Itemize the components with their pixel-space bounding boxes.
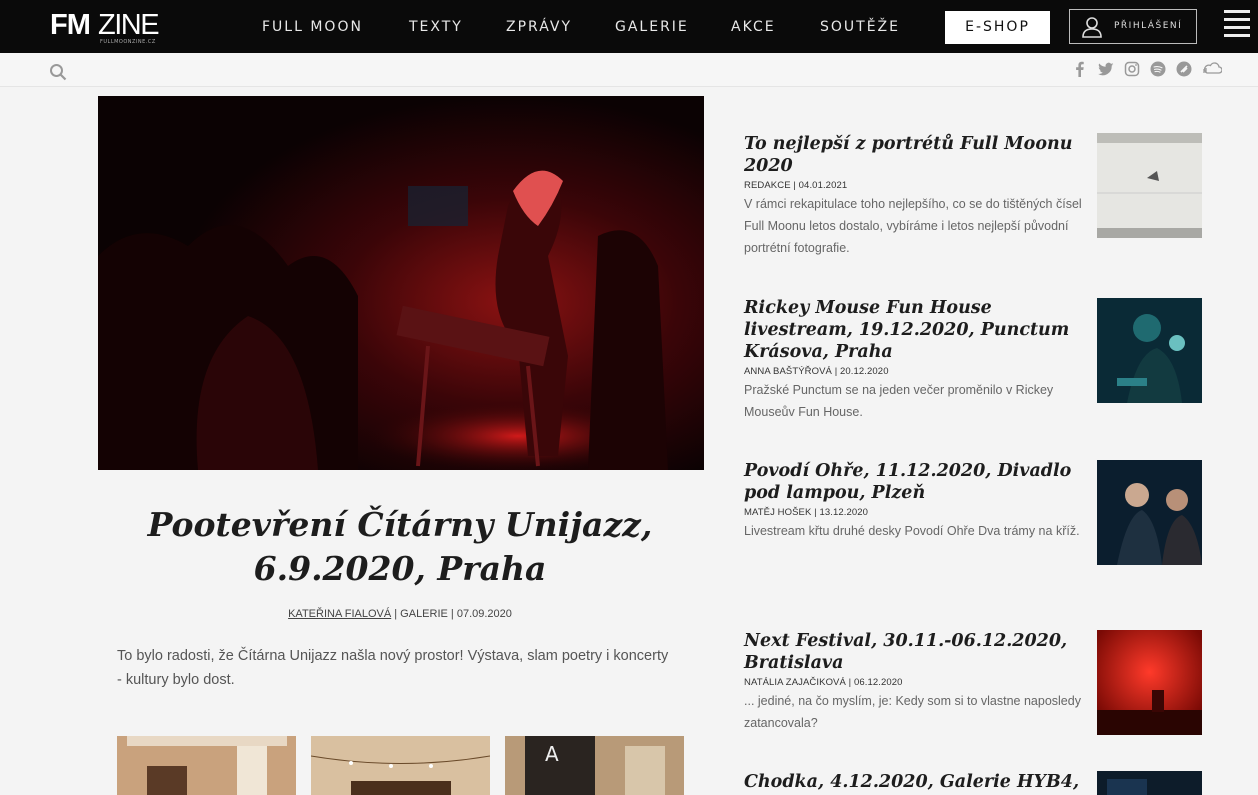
spotify-icon[interactable]: [1150, 61, 1166, 77]
article-title[interactable]: Rickey Mouse Fun House livestream, 19.12…: [744, 297, 1087, 363]
top-navigation: FM ZINE FULLMOONZINE.CZ FULL MOON TEXTY …: [0, 0, 1258, 53]
article-thumbnail[interactable]: [1097, 460, 1202, 565]
article-excerpt: V rámci rekapitulace toho nejlepšího, co…: [744, 197, 1082, 255]
social-links: [1072, 61, 1252, 79]
search-icon[interactable]: [49, 63, 67, 81]
nav-item-full-moon[interactable]: FULL MOON: [262, 0, 363, 53]
hero-article-title[interactable]: Pootevření Čítárny Unijazz, 6.9.2020, Pr…: [100, 503, 700, 591]
article-meta: ANNA BAŠTÝŘOVÁ | 20.12.2020: [744, 366, 889, 377]
soundcloud-icon[interactable]: [1202, 61, 1222, 77]
facebook-icon[interactable]: [1072, 61, 1088, 77]
article-thumbnail[interactable]: [1097, 298, 1202, 403]
hero-meta-rest: | GALERIE | 07.09.2020: [391, 608, 512, 620]
nav-item-texty[interactable]: TEXTY: [409, 0, 463, 53]
article-thumbnail[interactable]: [1097, 630, 1202, 735]
article-thumbnail[interactable]: [1097, 133, 1202, 238]
bandzone-icon[interactable]: [1176, 61, 1192, 77]
fmzine-logo[interactable]: FM ZINE FULLMOONZINE.CZ: [50, 9, 168, 45]
logo-fm: FM: [50, 9, 91, 41]
hero-article-excerpt: To bylo radosti, že Čítárna Unijazz našl…: [117, 648, 669, 688]
logo-subtitle: FULLMOONZINE.CZ: [100, 39, 156, 45]
twitter-icon[interactable]: [1098, 61, 1114, 77]
article-item[interactable]: Chodka, 4.12.2020, Galerie HYB4,: [744, 771, 1087, 793]
article-title[interactable]: Povodí Ohře, 11.12.2020, Divadlo pod lam…: [744, 460, 1087, 504]
login-button[interactable]: PŘIHLÁŠENÍ: [1069, 9, 1197, 44]
svg-text:A: A: [545, 742, 559, 766]
article-item[interactable]: Povodí Ohře, 11.12.2020, Divadlo pod lam…: [744, 460, 1087, 542]
article-excerpt: ... jediné, na čo myslím, je: Kedy som s…: [744, 694, 1081, 730]
article-meta: REDAKCE | 04.01.2021: [744, 180, 848, 191]
article-meta: MATĚJ HOŠEK | 13.12.2020: [744, 507, 869, 518]
article-thumbnail[interactable]: [1097, 771, 1202, 795]
article-title[interactable]: Next Festival, 30.11.-06.12.2020, Bratis…: [744, 630, 1087, 674]
user-icon: [1082, 17, 1102, 38]
article-item[interactable]: To nejlepší z portrétů Full Moonu 2020 R…: [744, 133, 1087, 259]
concert-photo: [98, 96, 704, 470]
article-item[interactable]: Next Festival, 30.11.-06.12.2020, Bratis…: [744, 630, 1087, 734]
nav-item-souteze[interactable]: SOUTĚŽE: [820, 0, 900, 53]
hero-author-link[interactable]: KATEŘINA FIALOVÁ: [288, 608, 391, 620]
nav-item-galerie[interactable]: GALERIE: [615, 0, 689, 53]
instagram-icon[interactable]: [1124, 61, 1140, 77]
login-label: PŘIHLÁŠENÍ: [1114, 21, 1183, 31]
utility-bar: [0, 53, 1258, 87]
article-item[interactable]: Rickey Mouse Fun House livestream, 19.12…: [744, 297, 1087, 423]
article-excerpt: Pražské Punctum se na jeden večer proměn…: [744, 383, 1054, 419]
hero-article-image[interactable]: [98, 96, 704, 470]
hero-article-meta: KATEŘINA FIALOVÁ | GALERIE | 07.09.2020: [100, 608, 700, 620]
article-title[interactable]: To nejlepší z portrétů Full Moonu 2020: [744, 133, 1087, 177]
nav-item-zpravy[interactable]: ZPRÁVY: [506, 0, 572, 53]
article-title[interactable]: Chodka, 4.12.2020, Galerie HYB4,: [744, 771, 1087, 793]
hamburger-menu-icon[interactable]: [1224, 8, 1250, 44]
article-meta: NATÁLIA ZAJAČIKOVÁ | 06.12.2020: [744, 677, 903, 688]
nav-item-akce[interactable]: AKCE: [731, 0, 776, 53]
gallery-thumbnail[interactable]: [117, 736, 296, 795]
eshop-button[interactable]: E-SHOP: [945, 11, 1050, 44]
gallery-thumbnail[interactable]: A: [505, 736, 684, 795]
logo-zine: ZINE: [98, 9, 160, 41]
gallery-thumbnail[interactable]: [311, 736, 490, 795]
article-excerpt: Livestream křtu druhé desky Povodí Ohře …: [744, 524, 1080, 538]
